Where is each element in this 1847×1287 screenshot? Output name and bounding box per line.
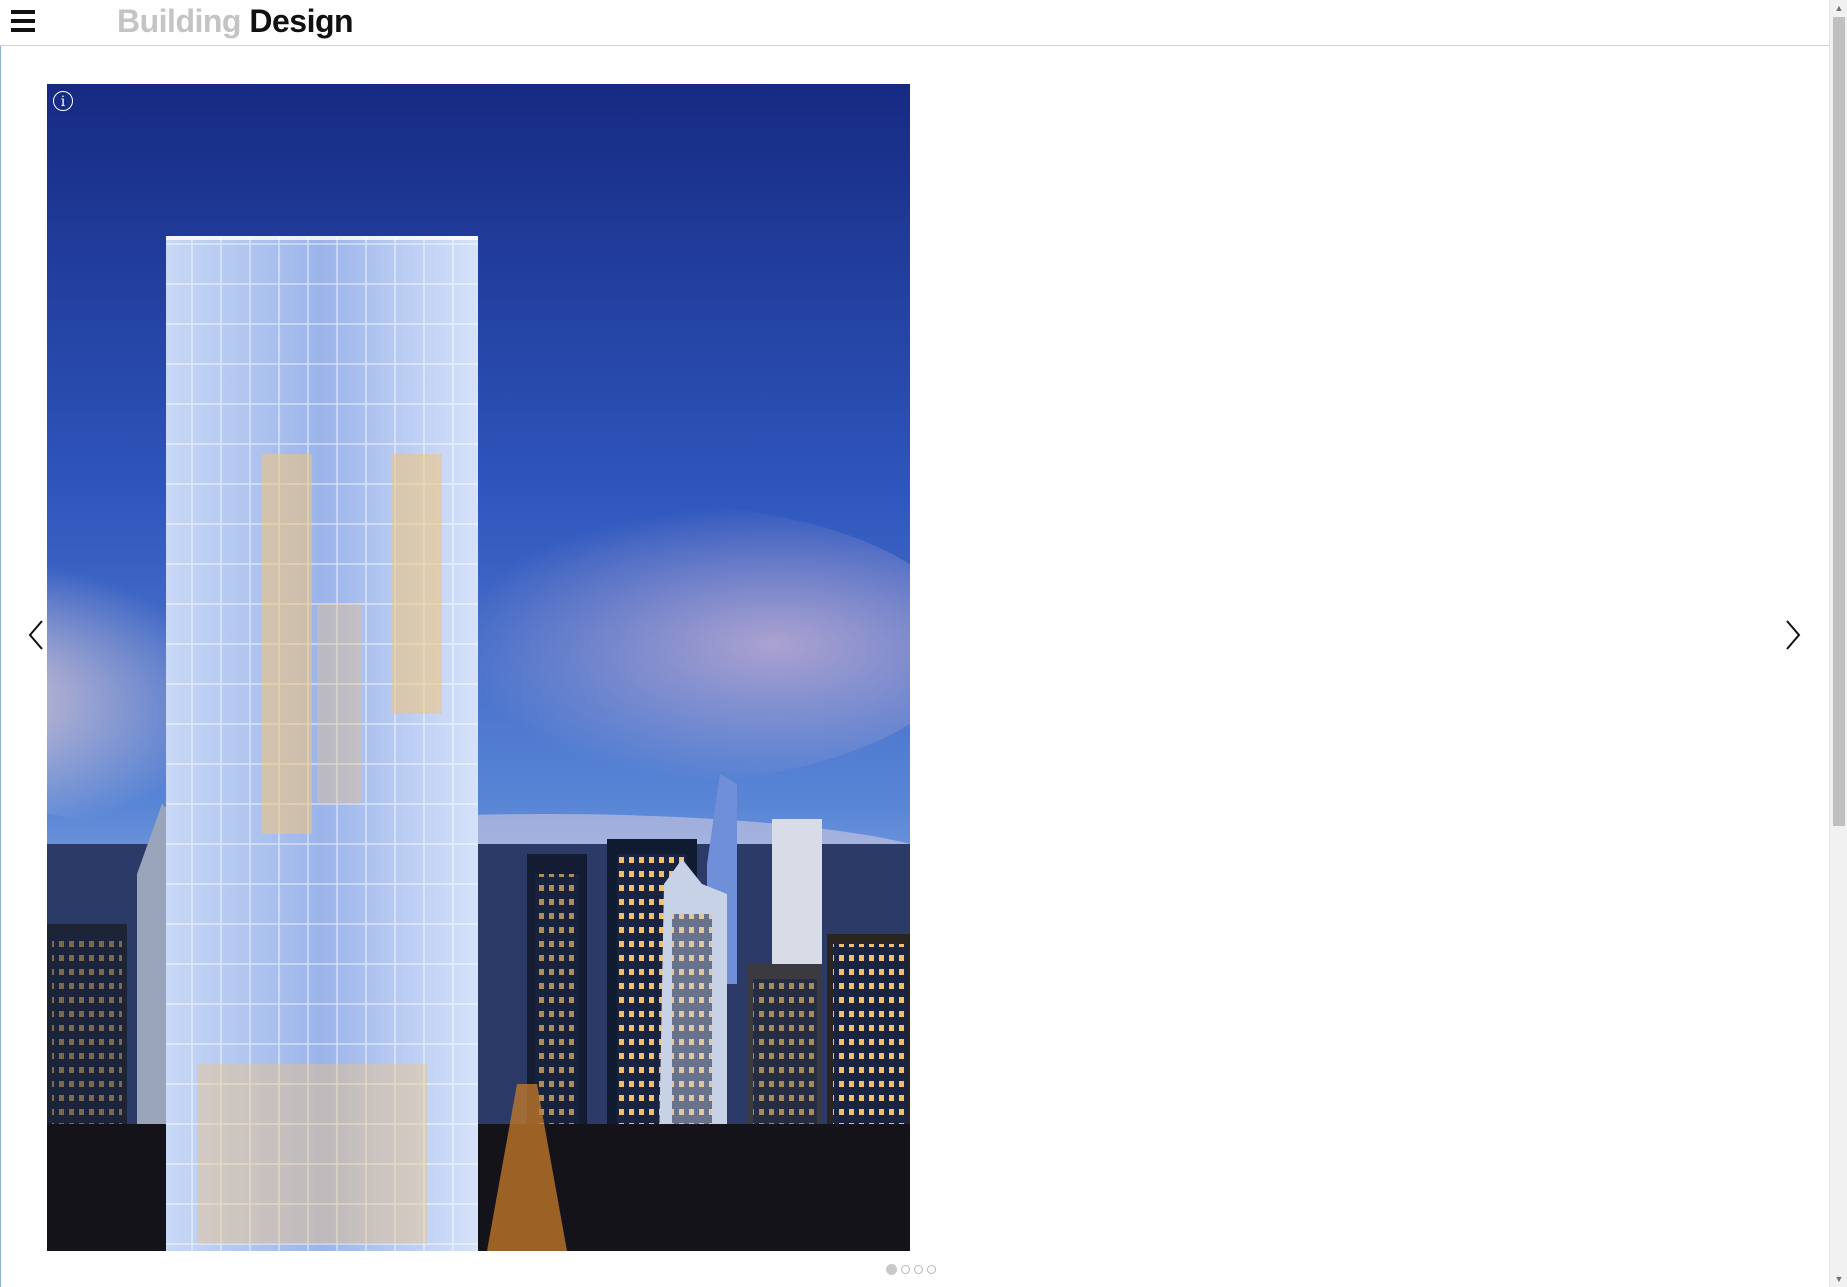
site-logo[interactable]: Building Design	[117, 3, 354, 40]
chevron-right-icon[interactable]	[1779, 615, 1805, 655]
slide-pagination	[886, 1264, 940, 1277]
page-left-border	[0, 0, 1, 1287]
info-icon[interactable]: i	[53, 91, 73, 111]
slide-dot-4[interactable]	[927, 1265, 936, 1274]
top-bar: Building Design	[0, 0, 1829, 46]
scroll-down-arrow-icon[interactable]: ▼	[1830, 1271, 1847, 1287]
slide-dot-3[interactable]	[914, 1265, 923, 1274]
scrollbar-thumb[interactable]	[1833, 17, 1845, 826]
vertical-scrollbar[interactable]: ▲ ▼	[1829, 0, 1847, 1287]
chevron-left-icon[interactable]	[24, 615, 50, 655]
scroll-up-arrow-icon[interactable]: ▲	[1830, 0, 1847, 16]
logo-word-building: Building	[117, 3, 241, 39]
slide-dot-1[interactable]	[886, 1264, 897, 1275]
hamburger-icon[interactable]	[10, 8, 36, 34]
slideshow-image[interactable]: i	[47, 84, 910, 1251]
tower-rendering	[47, 84, 910, 1251]
slide-dot-2[interactable]	[901, 1265, 910, 1274]
logo-word-design: Design	[249, 3, 354, 39]
